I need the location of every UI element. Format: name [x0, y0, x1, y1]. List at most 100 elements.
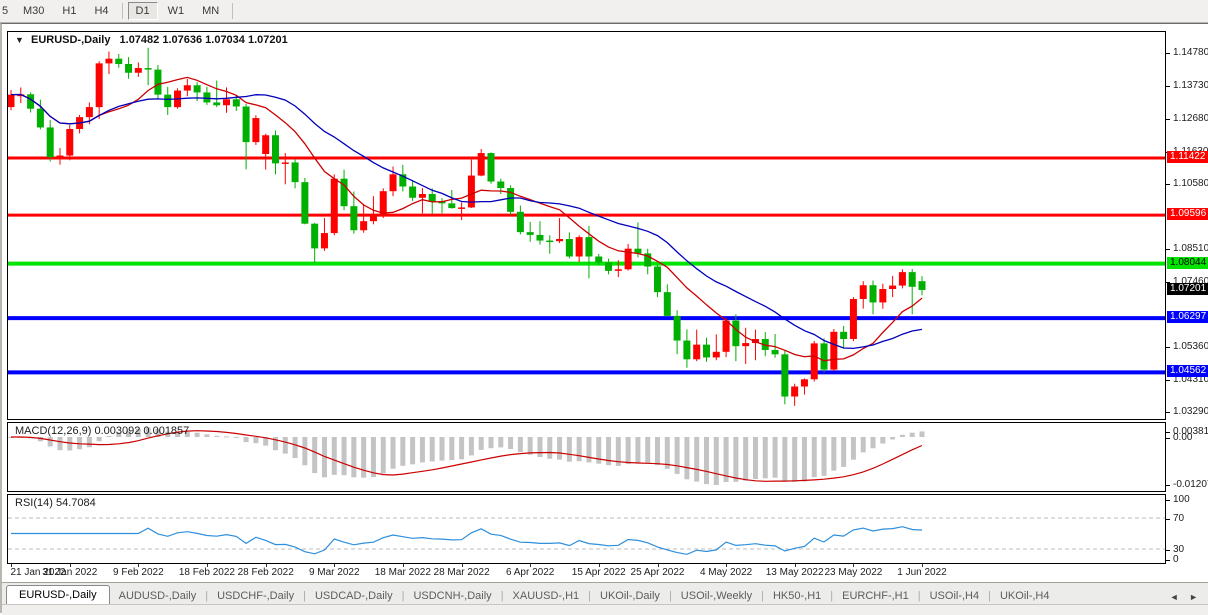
macd-bar: [753, 437, 758, 479]
candle: [331, 179, 338, 233]
candle: [772, 350, 779, 354]
chart-tabs: EURUSD-,DailyAUDUSD-,Daily|USDCHF-,Daily…: [2, 582, 1208, 605]
period-button-h1[interactable]: H1: [54, 2, 84, 20]
chart-window: ▼ EURUSD-,Daily 1.07482 1.07636 1.07034 …: [0, 23, 1208, 613]
macd-bar: [518, 437, 523, 452]
rsi-axis-tick: [1166, 500, 1170, 501]
rsi-pane[interactable]: RSI(14) 54.7084: [7, 494, 1166, 564]
tab-usdcnhdaily[interactable]: USDCNH-,Daily: [404, 587, 500, 605]
period-button-d1[interactable]: D1: [128, 2, 158, 20]
candle: [487, 153, 494, 181]
candle: [781, 354, 788, 396]
macd-bar: [498, 437, 503, 447]
price-level-tag: 1.09596: [1167, 208, 1208, 220]
rsi-axis-label: 0: [1173, 554, 1179, 565]
macd-bar: [48, 437, 53, 446]
candle: [870, 285, 877, 302]
candle: [125, 64, 132, 73]
candle: [194, 85, 201, 92]
macd-bar: [508, 437, 513, 449]
candle: [860, 285, 867, 299]
price-tick-label: 1.14780: [1173, 47, 1208, 58]
macd-bar: [763, 437, 768, 478]
candle: [664, 292, 671, 316]
period-button-mn[interactable]: MN: [194, 2, 227, 20]
rsi-axis-label: 70: [1173, 513, 1184, 524]
macd-bar: [371, 437, 376, 477]
tab-hk50h1[interactable]: HK50-,H1: [764, 587, 830, 605]
macd-bar: [361, 437, 366, 478]
tab-eurchfh1[interactable]: EURCHF-,H1: [833, 587, 918, 605]
candle: [605, 262, 612, 270]
candle: [252, 118, 259, 142]
candle: [830, 332, 837, 370]
tab-audusddaily[interactable]: AUDUSD-,Daily: [110, 587, 206, 605]
macd-bar: [861, 437, 866, 452]
macd-bar: [684, 437, 689, 479]
candle: [350, 206, 357, 230]
macd-bar: [97, 437, 102, 441]
main-chart-pane[interactable]: ▼ EURUSD-,Daily 1.07482 1.07636 1.07034 …: [7, 31, 1166, 420]
price-tick: [1166, 119, 1170, 120]
date-label: 28 Feb 2022: [231, 567, 301, 578]
price-tick-label: 1.13730: [1173, 80, 1208, 91]
rsi-axis-tick: [1166, 550, 1170, 551]
candle: [213, 102, 220, 105]
price-tick-label: 1.12680: [1173, 113, 1208, 124]
candle: [713, 352, 720, 358]
candle: [654, 267, 661, 293]
time-axis[interactable]: 21 Jan 202231 Jan 20229 Feb 202218 Feb 2…: [2, 564, 1166, 582]
price-tick-label: 1.10580: [1173, 178, 1208, 189]
rsi-line: [11, 527, 922, 555]
period-button-m30[interactable]: M30: [15, 2, 52, 20]
tab-usdcaddaily[interactable]: USDCAD-,Daily: [306, 587, 402, 605]
macd-bar: [557, 437, 562, 460]
chart-ohlc-quote: 1.07482 1.07636 1.07034 1.07201: [120, 34, 288, 46]
candle: [585, 237, 592, 256]
tab-xauusdh1[interactable]: XAUUSD-,H1: [504, 587, 589, 605]
tab-ukoilh4[interactable]: UKOil-,H4: [991, 587, 1059, 605]
macd-pane[interactable]: MACD(12,26,9) 0.003092 0.001857: [7, 422, 1166, 492]
macd-bar: [479, 437, 484, 450]
candle: [272, 135, 279, 163]
candle: [292, 162, 299, 182]
period-button-5[interactable]: 5: [1, 2, 13, 20]
candle: [527, 232, 534, 235]
macd-axis-label: -0.012077: [1173, 479, 1208, 490]
period-button-h4[interactable]: H4: [86, 2, 116, 20]
price-axis[interactable]: 1.147801.137301.126801.116301.105801.085…: [1166, 24, 1208, 582]
candle: [448, 203, 455, 208]
macd-bar: [528, 437, 533, 455]
macd-bar: [430, 437, 435, 461]
tab-eurusddaily[interactable]: EURUSD-,Daily: [6, 585, 110, 605]
price-level-tag: 1.11422: [1167, 151, 1208, 163]
date-label: 9 Feb 2022: [103, 567, 173, 578]
timeframe-toolbar: 5M30H1H4 D1W1MN: [0, 0, 1208, 23]
collapse-arrow-icon[interactable]: ▼: [15, 35, 24, 45]
macd-bar: [400, 437, 405, 466]
candle: [96, 63, 103, 107]
macd-bar: [567, 437, 572, 462]
macd-bar: [234, 437, 239, 438]
macd-bar: [440, 437, 445, 461]
ma-line-20: [11, 95, 922, 349]
macd-bar: [302, 437, 307, 465]
candle: [595, 257, 602, 263]
candle: [135, 68, 142, 73]
tab-ukoildaily[interactable]: UKOil-,Daily: [591, 587, 669, 605]
candlestick-plot[interactable]: [8, 32, 1165, 419]
macd-bar: [714, 437, 719, 485]
macd-bar: [332, 437, 337, 475]
candle: [909, 272, 916, 287]
tab-usdchfdaily[interactable]: USDCHF-,Daily: [208, 587, 303, 605]
tab-usoilh4[interactable]: USOil-,H4: [921, 587, 989, 605]
period-button-w1[interactable]: W1: [160, 2, 193, 20]
rsi-plot[interactable]: [8, 495, 1165, 563]
date-label: 28 Mar 2022: [427, 567, 497, 578]
tab-usoilweekly[interactable]: USOil-,Weekly: [672, 587, 761, 605]
candle: [497, 182, 504, 189]
macd-bar: [635, 437, 640, 463]
macd-bar: [822, 437, 827, 476]
date-label: 9 Mar 2022: [299, 567, 369, 578]
date-label: 1 Jun 2022: [887, 567, 957, 578]
